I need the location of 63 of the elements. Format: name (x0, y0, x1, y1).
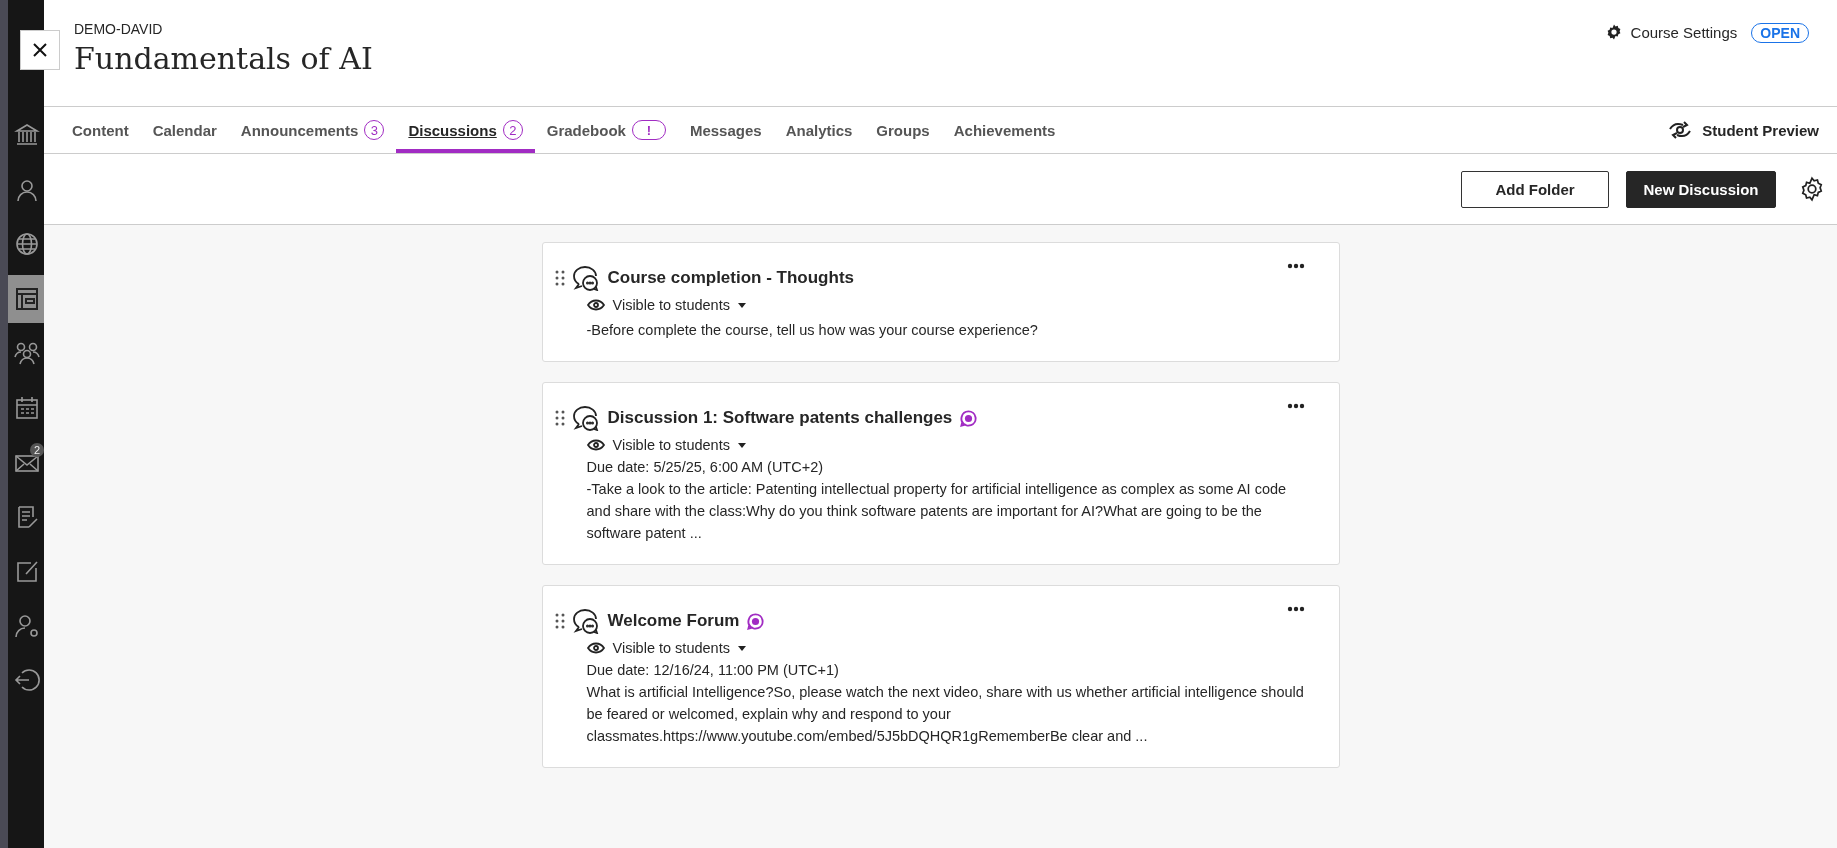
bank-icon (14, 122, 40, 148)
visibility-dropdown[interactable]: Visible to students (586, 294, 746, 316)
tab[interactable]: Achievements (941, 107, 1068, 153)
speech-bubbles-icon (572, 405, 599, 431)
tab[interactable]: Announcements 3 (228, 107, 397, 153)
tab[interactable]: Calendar (140, 107, 229, 153)
tab[interactable]: Analytics (773, 107, 865, 153)
speech-bubbles-icon (572, 265, 599, 291)
calendar-icon (14, 394, 40, 421)
tab-label: Calendar (152, 121, 217, 139)
student-preview-button[interactable]: Student Preview (1661, 107, 1825, 153)
settings-icon[interactable] (1799, 176, 1825, 202)
discussion-title[interactable]: Course completion - Thoughts (607, 268, 854, 288)
course-list-icon (14, 285, 40, 312)
sign-out-icon (14, 667, 40, 693)
eye-icon (586, 439, 605, 451)
drag-handle-icon[interactable] (554, 613, 565, 629)
new-discussion-button[interactable]: New Discussion (1626, 170, 1776, 208)
sidebar-item[interactable]: 2 (8, 441, 44, 483)
more-options-icon[interactable] (1286, 263, 1305, 269)
tab-label: Gradebook (546, 121, 626, 139)
tab[interactable]: Gradebook ! (534, 107, 678, 153)
tab-label: Messages (689, 121, 762, 139)
caret-icon (737, 645, 746, 651)
drag-handle-icon[interactable] (554, 410, 565, 426)
due-date: Due date: 12/16/24, 11:00 PM (UTC+1) (586, 662, 840, 678)
tab[interactable]: Messages (677, 107, 774, 153)
tab-label: Analytics (785, 121, 853, 139)
eye-refresh-icon (1667, 120, 1694, 140)
tab[interactable]: Content (60, 107, 141, 153)
due-date: Due date: 5/25/25, 6:00 AM (UTC+2) (586, 459, 825, 475)
close-icon (32, 42, 48, 58)
course-title: Fundamentals of AI (74, 41, 373, 76)
tab-label: Groups (876, 121, 930, 139)
add-folder-button[interactable]: Add Folder (1461, 170, 1609, 208)
speech-bubbles-icon (572, 608, 599, 634)
caret-icon (737, 302, 746, 308)
tab[interactable]: Groups (864, 107, 942, 153)
discussion-title[interactable]: Discussion 1: Software patents challenges (607, 408, 953, 428)
drag-handle-icon[interactable] (554, 270, 565, 286)
eye-icon (586, 642, 605, 654)
discussion-description: What is artificial Intelligence?So, please watch the next video, share with us whether artificial intelligence should be feared or welcomed, explain why and respond to your classmates.https://www.youtube.com/embed/5J5bDQHQR1gRememberBe clear and ... (586, 683, 1305, 746)
tab-label: Announcements (240, 121, 359, 139)
more-options-icon[interactable] (1286, 606, 1305, 612)
discussion-description: -Before complete the course, tell us how was your course experience? (586, 321, 1039, 340)
user-settings-icon (14, 612, 40, 639)
tab-label: Content (72, 121, 129, 139)
more-options-icon[interactable] (1286, 403, 1305, 409)
people-icon (14, 340, 40, 366)
globe-icon (14, 231, 40, 257)
notification-badge: 2 (30, 443, 44, 457)
discussion-title[interactable]: Welcome Forum (607, 611, 740, 631)
visibility-dropdown[interactable]: Visible to students (586, 637, 746, 659)
tab-label: Discussions (408, 121, 497, 139)
eye-icon (586, 299, 605, 311)
sidebar-item[interactable] (8, 274, 44, 323)
course-code: DEMO-DAVID (74, 21, 164, 37)
discussion-description: -Take a look to the article: Patenting intellectual property for artificial intelligence as complex as some AI code and share with the class:Why do you think software patents are important for AI?What are going to be the software patent ... (586, 480, 1288, 543)
course-settings-link[interactable]: Course Settings (1604, 23, 1738, 41)
tab-label: Achievements (953, 121, 1056, 139)
caret-icon (737, 442, 746, 448)
close-button[interactable] (20, 30, 60, 70)
visibility-dropdown[interactable]: Visible to students (586, 434, 746, 456)
